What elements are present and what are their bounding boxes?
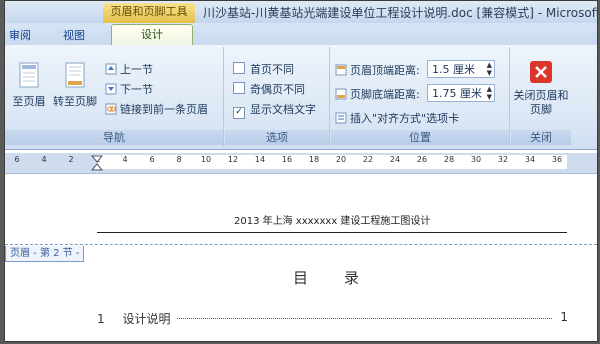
page-header-icon bbox=[17, 61, 41, 89]
goto-footer-button[interactable]: 转至页脚 bbox=[51, 61, 99, 109]
ruler-tick-label: 32 bbox=[497, 155, 509, 164]
ruler-tick-label: 10 bbox=[200, 155, 212, 164]
next-section-icon bbox=[105, 83, 117, 95]
header-distance-icon bbox=[335, 64, 347, 76]
toc-leader-dots bbox=[177, 318, 552, 319]
odd-even-different-label: 奇偶页不同 bbox=[250, 83, 305, 96]
ribbon-tabs: 审阅 视图 设计 bbox=[5, 23, 597, 46]
ruler-tick-label: 4 bbox=[41, 155, 47, 164]
header-text[interactable]: 2013 年上海 xxxxxxx 建设工程施工图设计 bbox=[234, 212, 430, 227]
prev-section-icon bbox=[105, 63, 117, 75]
indent-marker-icon[interactable] bbox=[91, 155, 103, 173]
close-red-x-icon bbox=[530, 61, 552, 83]
tab-view[interactable]: 视图 bbox=[63, 27, 85, 43]
prev-section-button[interactable]: 上一节 bbox=[105, 61, 153, 77]
group-label-options: 选项 bbox=[225, 130, 329, 145]
footer-distance-icon bbox=[335, 88, 347, 100]
ruler-text-area bbox=[97, 155, 567, 169]
show-document-text-label: 显示文档文字 bbox=[250, 103, 316, 116]
show-document-text-checkbox[interactable]: ✓ 显示文档文字 bbox=[233, 101, 316, 119]
toc-entry-page: 1 bbox=[560, 310, 568, 324]
first-page-different-label: 首页不同 bbox=[250, 63, 294, 76]
ruler-tick-label: 6 bbox=[149, 155, 155, 164]
checkbox-box bbox=[233, 62, 245, 74]
goto-header-button[interactable]: 至页眉 bbox=[9, 61, 49, 109]
ruler-tick-label: 8 bbox=[176, 155, 182, 164]
ruler-tick-label: 16 bbox=[281, 155, 293, 164]
alignment-tab-icon bbox=[335, 112, 347, 124]
odd-even-different-checkbox[interactable]: 奇偶页不同 bbox=[233, 81, 305, 97]
goto-header-label: 至页眉 bbox=[12, 95, 46, 108]
page-footer-icon bbox=[63, 61, 87, 89]
ruler-tick-label: 30 bbox=[470, 155, 482, 164]
group-close: 关闭页眉和页脚 关闭 bbox=[511, 47, 571, 147]
close-header-footer-button[interactable]: 关闭页眉和页脚 bbox=[513, 61, 569, 117]
ruler-tick-label: 12 bbox=[227, 155, 239, 164]
word-window: 页眉和页脚工具 川沙基站-川黄基站光端建设单位工程设计说明.doc [兼容模式]… bbox=[4, 0, 598, 342]
tab-design[interactable]: 设计 bbox=[111, 24, 193, 46]
footer-bottom-distance-value: 1.75 厘米 bbox=[432, 87, 482, 100]
close-header-footer-label: 关闭页眉和页脚 bbox=[513, 89, 569, 116]
document-title: 川沙基站-川黄基站光端建设单位工程设计说明.doc [兼容模式] - Micro… bbox=[203, 6, 598, 20]
ribbon: 至页眉 转至页脚 上一节 下一节 链接到前一条页眉 导航 首页不同 奇偶页不同 … bbox=[5, 45, 597, 150]
group-position: 页眉顶端距离: 1.5 厘米 ▲ ▼ 页脚底端距离: 1.75 厘米 ▲ ▼ 插入"… bbox=[331, 47, 510, 147]
next-section-label: 下一节 bbox=[120, 83, 153, 96]
header-top-distance-input[interactable]: 1.5 厘米 ▲ ▼ bbox=[427, 60, 495, 78]
footer-bottom-distance-label: 页脚底端距离: bbox=[335, 86, 420, 102]
ruler-tick-label: 14 bbox=[254, 155, 266, 164]
group-navigation: 至页眉 转至页脚 上一节 下一节 链接到前一条页眉 导航 bbox=[5, 47, 224, 147]
ruler-tick-label: 20 bbox=[335, 155, 347, 164]
ruler-tick-label: 6 bbox=[14, 155, 20, 164]
group-label-navigation: 导航 bbox=[5, 130, 223, 145]
header-section-tag: 页眉 - 第 2 节 - bbox=[5, 246, 85, 262]
group-label-close: 关闭 bbox=[511, 130, 571, 145]
first-page-different-checkbox[interactable]: 首页不同 bbox=[233, 61, 294, 77]
link-previous-button[interactable]: 链接到前一条页眉 bbox=[105, 101, 208, 117]
toc-entry[interactable]: 1 设计说明 1 bbox=[97, 310, 572, 327]
next-section-button[interactable]: 下一节 bbox=[105, 81, 153, 97]
insert-alignment-tab-button[interactable]: 插入"对齐方式"选项卡 bbox=[335, 110, 459, 126]
header-top-distance-value: 1.5 厘米 bbox=[432, 63, 475, 76]
ruler-tick-label: 24 bbox=[389, 155, 401, 164]
header-underline bbox=[97, 232, 567, 233]
spinner-arrows-icon[interactable]: ▲ ▼ bbox=[487, 85, 492, 101]
prev-section-label: 上一节 bbox=[120, 63, 153, 76]
tab-review[interactable]: 审阅 bbox=[9, 27, 31, 43]
ruler-tick-label: 22 bbox=[362, 155, 374, 164]
insert-alignment-tab-label: 插入"对齐方式"选项卡 bbox=[350, 112, 460, 125]
spinner-arrows-icon[interactable]: ▲ ▼ bbox=[487, 61, 492, 77]
header-top-distance-label: 页眉顶端距离: bbox=[335, 62, 420, 78]
toc-entry-number: 1 bbox=[97, 312, 105, 326]
goto-footer-label: 转至页脚 bbox=[53, 95, 97, 108]
header-top-distance-text: 页眉顶端距离: bbox=[350, 64, 420, 77]
ruler-tick-label: 4 bbox=[122, 155, 128, 164]
title-bar: 页眉和页脚工具 川沙基站-川黄基站光端建设单位工程设计说明.doc [兼容模式]… bbox=[5, 1, 597, 23]
group-options: 首页不同 奇偶页不同 ✓ 显示文档文字 选项 bbox=[225, 47, 330, 147]
checkbox-box bbox=[233, 82, 245, 94]
ruler-tick-label: 34 bbox=[524, 155, 536, 164]
toc-title: 目录 bbox=[293, 269, 396, 287]
context-tab-header-footer-tools[interactable]: 页眉和页脚工具 bbox=[103, 3, 195, 23]
ruler-tick-label: 2 bbox=[68, 155, 74, 164]
toc-entry-title: 设计说明 bbox=[122, 312, 171, 326]
ruler-tick-label: 28 bbox=[443, 155, 455, 164]
link-previous-label: 链接到前一条页眉 bbox=[120, 103, 208, 116]
ruler-tick-label: 26 bbox=[416, 155, 428, 164]
footer-bottom-distance-input[interactable]: 1.75 厘米 ▲ ▼ bbox=[427, 84, 495, 102]
ruler-tick-label: 36 bbox=[551, 155, 563, 164]
ruler-tick-label: 18 bbox=[308, 155, 320, 164]
link-icon bbox=[105, 103, 117, 115]
header-boundary-line bbox=[5, 244, 597, 245]
footer-bottom-distance-text: 页脚底端距离: bbox=[350, 88, 420, 101]
group-label-position: 位置 bbox=[331, 130, 509, 145]
horizontal-ruler[interactable]: 64224681012141618202224262830323436 bbox=[5, 153, 597, 174]
document-page[interactable]: 2013 年上海 xxxxxxx 建设工程施工图设计 页眉 - 第 2 节 - … bbox=[5, 174, 597, 341]
checkmark-icon: ✓ bbox=[233, 107, 245, 119]
